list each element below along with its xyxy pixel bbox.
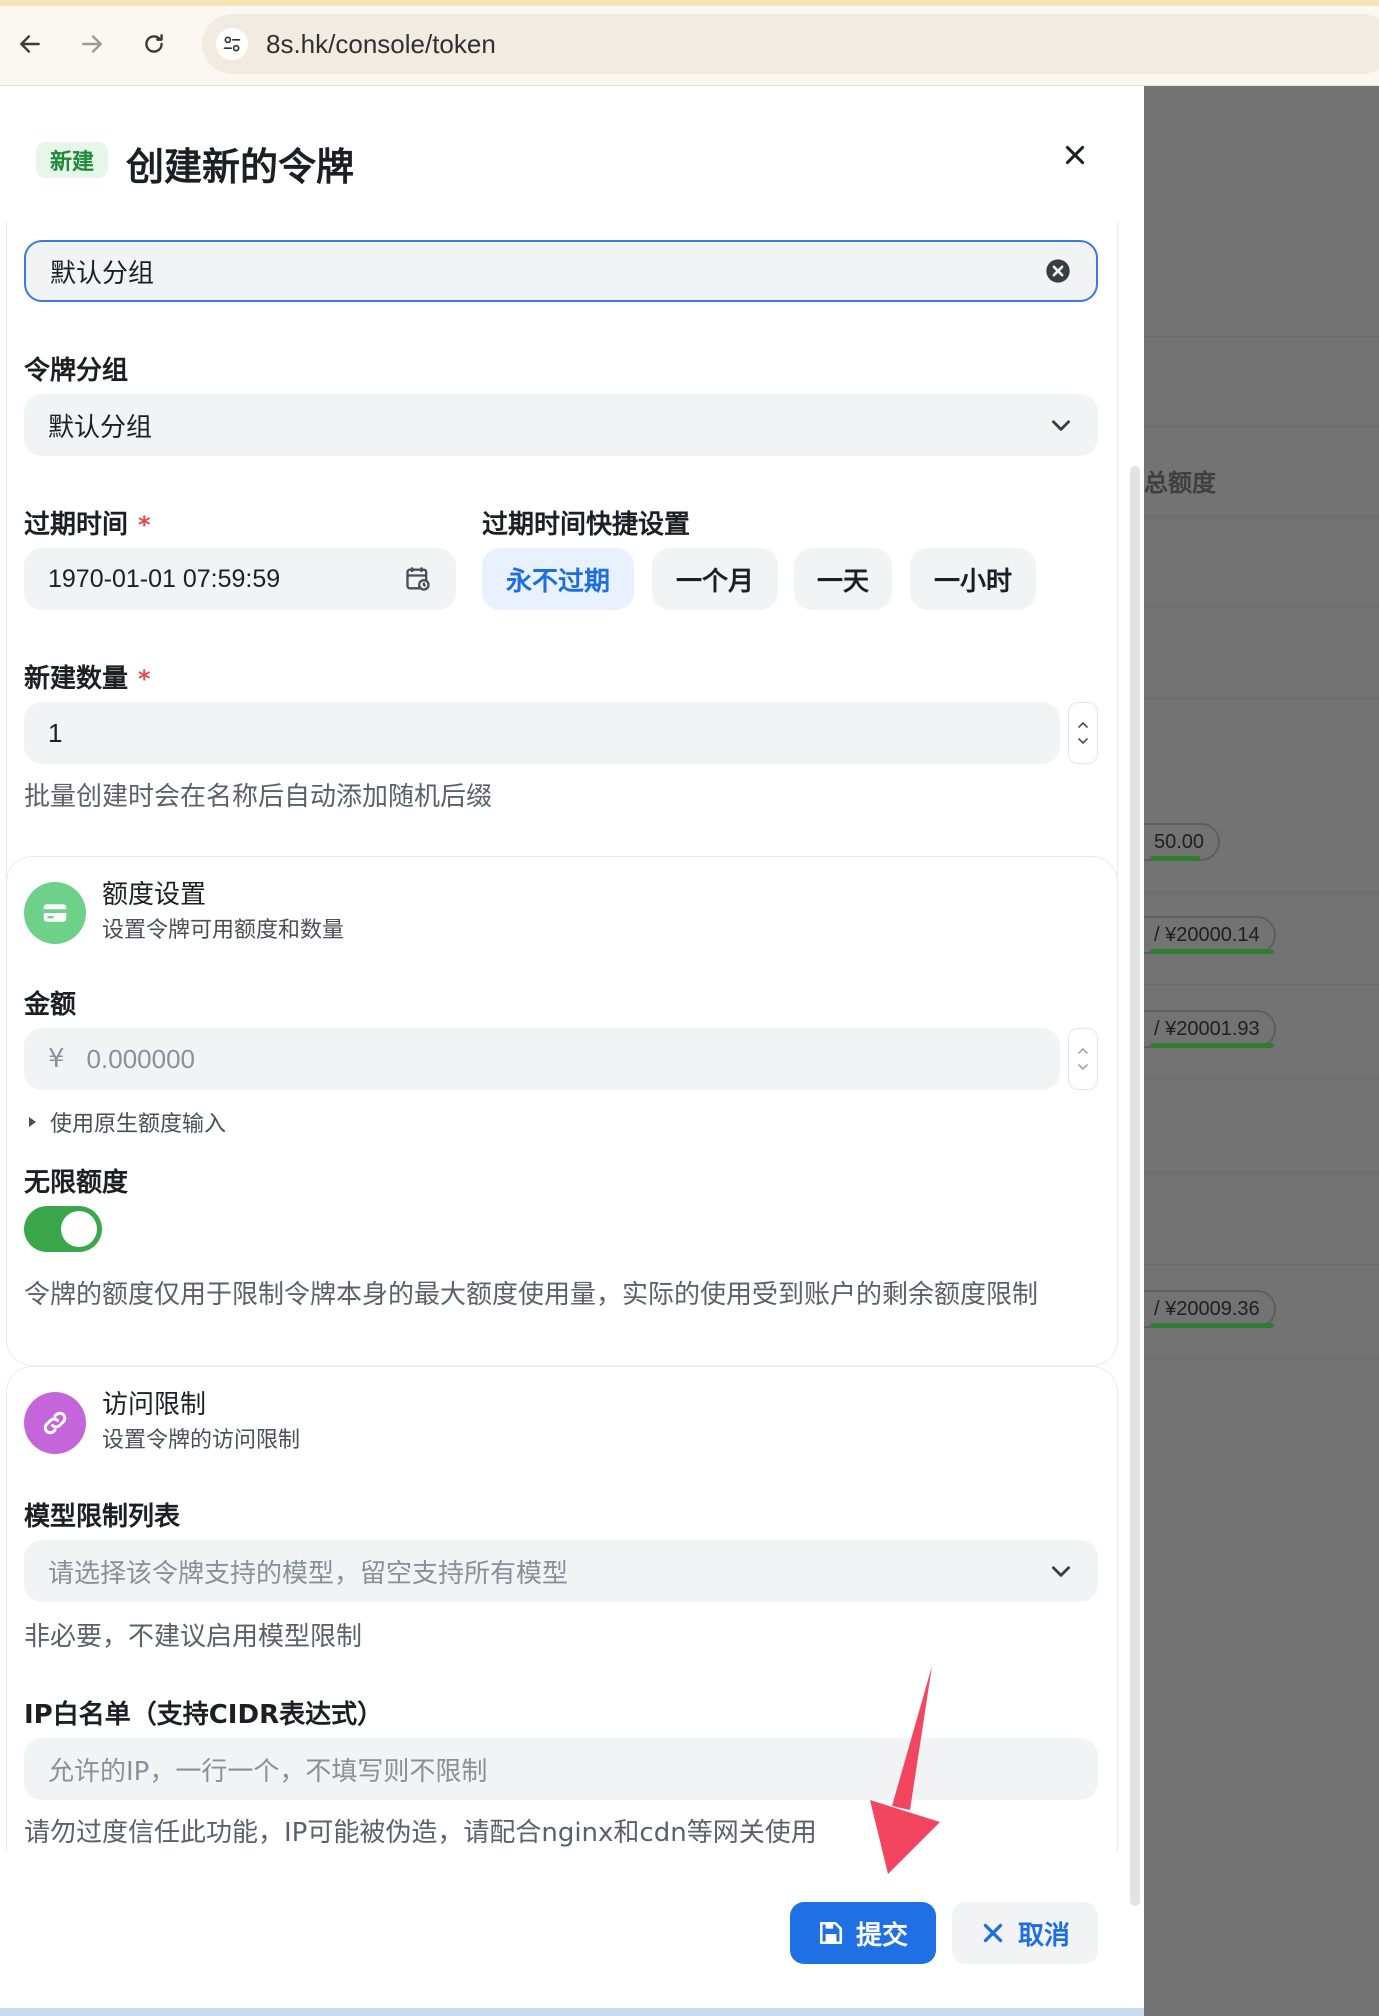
scrollbar[interactable] — [1130, 466, 1140, 1906]
bg-row-divider — [1144, 1358, 1379, 1359]
close-icon — [1065, 145, 1085, 165]
ip-whitelist-label: IP白名单（支持CIDR表达式） — [24, 1700, 384, 1730]
sheet-header: 新建 创建新的令牌 — [0, 86, 1144, 222]
forward-icon[interactable] — [72, 24, 112, 64]
bg-column-header: 总额度 — [1144, 469, 1216, 497]
quick-never-expire-button[interactable]: 永不过期 — [482, 548, 634, 610]
bg-row-divider — [1144, 1078, 1379, 1079]
token-group-label: 令牌分组 — [24, 356, 129, 386]
create-count-value: 1 — [48, 717, 63, 748]
calendar-clock-icon[interactable] — [404, 565, 432, 593]
raw-quota-label: 使用原生额度输入 — [50, 1112, 227, 1137]
chevron-down-icon[interactable] — [1075, 733, 1091, 749]
bg-row-divider — [1144, 336, 1379, 337]
create-token-sidesheet: 新建 创建新的令牌 默认分组 令牌分组 默认分组 过期时间 * 1970-01-0… — [0, 86, 1144, 2016]
quick-one-month-button[interactable]: 一个月 — [652, 548, 778, 610]
amount-input[interactable]: ¥ 0.000000 — [24, 1028, 1060, 1090]
create-count-hint: 批量创建时会在名称后自动添加随机后缀 — [24, 782, 493, 812]
sheet-title: 创建新的令牌 — [126, 145, 355, 189]
credit-card-icon — [24, 882, 86, 944]
bg-row-divider — [1144, 984, 1379, 985]
model-limit-select[interactable]: 请选择该令牌支持的模型，留空支持所有模型 — [24, 1540, 1098, 1602]
link-icon — [24, 1392, 86, 1454]
bg-row-divider — [1144, 1264, 1379, 1265]
chevron-down-icon — [1052, 1566, 1070, 1577]
bg-row-divider — [1144, 426, 1379, 427]
bg-quota-pill: / ¥20009.36 — [1144, 1290, 1276, 1328]
form-scroll-area[interactable]: 默认分组 令牌分组 默认分组 过期时间 * 1970-01-01 07:59:59… — [0, 222, 1144, 1852]
switch-knob — [61, 1211, 97, 1247]
cancel-button[interactable]: 取消 — [952, 1902, 1098, 1964]
submit-button[interactable]: 提交 — [790, 1902, 936, 1964]
bottom-strip — [0, 2008, 1144, 2016]
back-icon[interactable] — [10, 24, 50, 64]
chevron-up-icon[interactable] — [1075, 1043, 1091, 1059]
chevron-down-icon — [1052, 420, 1070, 431]
token-group-select[interactable]: 默认分组 — [24, 394, 1098, 456]
ip-whitelist-placeholder: 允许的IP，一行一个，不填写则不限制 — [48, 1756, 488, 1787]
expire-time-input[interactable]: 1970-01-01 07:59:59 — [24, 548, 456, 610]
count-stepper[interactable] — [1068, 702, 1098, 764]
clear-icon[interactable] — [1044, 257, 1072, 285]
amount-label: 金额 — [24, 990, 77, 1020]
bg-row-divider — [1144, 516, 1379, 517]
close-icon — [983, 1923, 1003, 1943]
access-section-subtitle: 设置令牌的访问限制 — [102, 1428, 301, 1453]
currency-symbol: ¥ — [48, 1044, 65, 1074]
cancel-label: 取消 — [1017, 1920, 1070, 1951]
required-mark: * — [138, 511, 151, 539]
required-mark: * — [138, 665, 151, 693]
bg-row-divider — [1144, 1172, 1379, 1173]
submit-label: 提交 — [855, 1920, 908, 1951]
token-name-input[interactable]: 默认分组 — [24, 240, 1098, 302]
ip-whitelist-hint: 请勿过度信任此功能，IP可能被伪造，请配合nginx和cdn等网关使用 — [24, 1818, 817, 1848]
create-count-label: 新建数量 * — [24, 664, 151, 694]
token-group-value: 默认分组 — [48, 412, 153, 443]
quota-section-title: 额度设置 — [102, 880, 207, 910]
annotation-arrow-icon — [870, 1666, 940, 1874]
bg-row-divider — [1144, 698, 1379, 699]
token-name-value: 默认分组 — [50, 258, 155, 289]
expire-time-label: 过期时间 * — [24, 510, 151, 540]
save-icon — [819, 1921, 843, 1945]
access-section-title: 访问限制 — [102, 1390, 207, 1420]
page-backdrop[interactable]: 总额度 50.00 / ¥20000.14 / ¥20001.93 / ¥200… — [1144, 86, 1379, 2016]
raw-quota-toggle[interactable]: 使用原生额度输入 — [28, 1106, 226, 1138]
chevron-up-icon[interactable] — [1075, 717, 1091, 733]
bg-quota-pill: / ¥20001.93 — [1144, 1010, 1276, 1048]
expire-time-value: 1970-01-01 07:59:59 — [48, 564, 281, 593]
unlimited-quota-label: 无限额度 — [24, 1168, 129, 1198]
browser-toolbar: 8s.hk/console/token — [0, 0, 1379, 86]
quick-one-hour-button[interactable]: 一小时 — [910, 548, 1036, 610]
close-button[interactable] — [1056, 136, 1094, 174]
bg-row-divider — [1144, 892, 1379, 893]
address-bar[interactable]: 8s.hk/console/token — [202, 14, 1379, 74]
reload-icon[interactable] — [134, 24, 174, 64]
amount-stepper[interactable] — [1068, 1028, 1098, 1090]
model-limit-hint: 非必要，不建议启用模型限制 — [24, 1622, 363, 1652]
bg-quota-pill: 50.00 — [1144, 823, 1221, 861]
quota-note: 令牌的额度仅用于限制令牌本身的最大额度使用量，实际的使用受到账户的剩余额度限制 — [24, 1280, 1039, 1310]
url-text: 8s.hk/console/token — [266, 29, 496, 59]
expire-quick-label: 过期时间快捷设置 — [482, 510, 691, 540]
bg-quota-pill: / ¥20000.14 — [1144, 916, 1276, 954]
quota-section-subtitle: 设置令牌可用额度和数量 — [102, 918, 345, 943]
chevron-down-icon[interactable] — [1075, 1059, 1091, 1075]
site-settings-icon[interactable] — [216, 28, 248, 60]
model-limit-placeholder: 请选择该令牌支持的模型，留空支持所有模型 — [48, 1558, 569, 1589]
bg-row-divider — [1144, 606, 1379, 607]
create-count-input[interactable]: 1 — [24, 702, 1060, 764]
quick-one-day-button[interactable]: 一天 — [794, 548, 892, 610]
unlimited-quota-switch[interactable] — [24, 1206, 102, 1252]
caret-right-icon — [29, 1117, 36, 1127]
amount-placeholder: 0.000000 — [86, 1043, 195, 1074]
new-badge: 新建 — [36, 142, 109, 178]
model-limit-label: 模型限制列表 — [24, 1502, 181, 1532]
